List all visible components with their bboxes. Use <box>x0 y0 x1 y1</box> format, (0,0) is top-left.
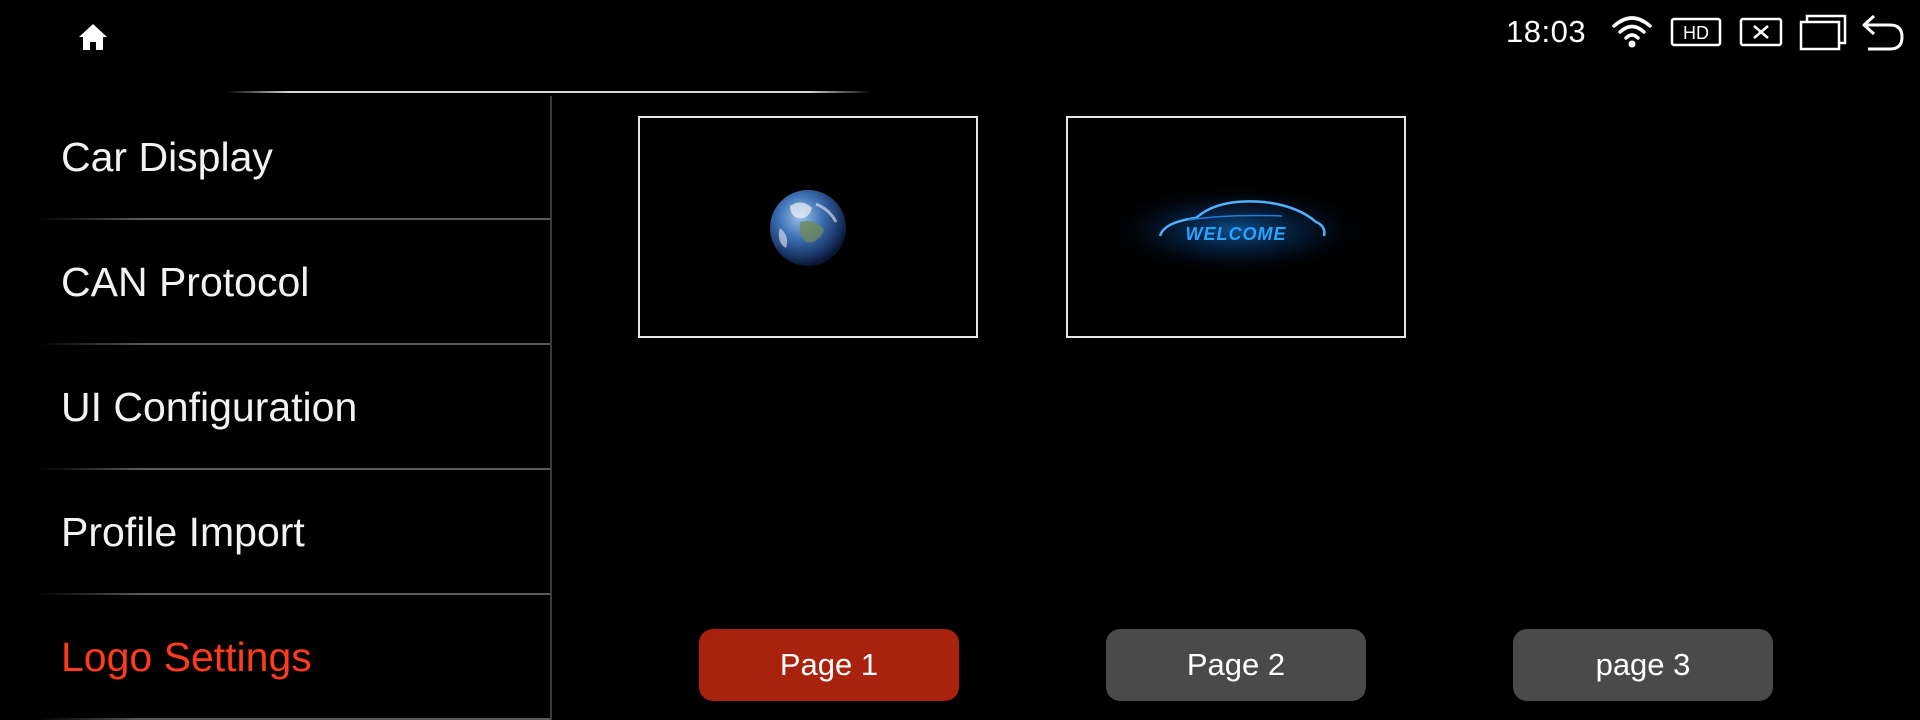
hd-icon[interactable]: HD <box>1670 12 1722 52</box>
screen: 18:03 HD Car Display CAN Protocol UI Con… <box>0 0 1920 720</box>
hd-label: HD <box>1683 23 1709 43</box>
logo-tile-earth[interactable] <box>638 116 978 338</box>
sidebar-item-label: CAN Protocol <box>61 259 310 305</box>
sidebar-item-label: UI Configuration <box>61 384 358 430</box>
welcome-text: WELCOME <box>1186 224 1287 244</box>
sidebar-item-logo-settings[interactable]: Logo Settings <box>0 596 550 720</box>
divider <box>40 468 550 470</box>
divider <box>40 218 550 220</box>
page-1-button[interactable]: Page 1 <box>699 629 959 701</box>
sidebar-item-label: Logo Settings <box>61 634 312 680</box>
status-bar: 18:03 HD <box>0 0 1920 70</box>
wifi-icon <box>1610 12 1654 52</box>
sidebar-item-label: Car Display <box>61 134 273 180</box>
sidebar: Car Display CAN Protocol UI Configuratio… <box>0 96 552 720</box>
earth-logo <box>770 190 846 266</box>
divider <box>40 343 550 345</box>
sidebar-item-can-protocol[interactable]: CAN Protocol <box>0 221 550 345</box>
welcome-car-logo: WELCOME <box>1101 185 1371 275</box>
sidebar-item-label: Profile Import <box>61 509 305 555</box>
logo-tile-welcome[interactable]: WELCOME <box>1066 116 1406 338</box>
window-icon[interactable] <box>1798 12 1848 52</box>
sidebar-item-ui-configuration[interactable]: UI Configuration <box>0 346 550 470</box>
close-box-icon[interactable] <box>1738 12 1784 52</box>
page-2-button[interactable]: Page 2 <box>1106 629 1366 701</box>
sidebar-item-car-display[interactable]: Car Display <box>0 96 550 220</box>
clock-time: 18:03 <box>1506 14 1587 49</box>
sidebar-item-profile-import[interactable]: Profile Import <box>0 471 550 595</box>
header-divider <box>226 91 872 93</box>
sidebar-divider <box>550 96 552 720</box>
divider <box>40 593 550 595</box>
home-icon[interactable] <box>76 20 110 54</box>
back-arrow-icon[interactable] <box>1860 12 1906 52</box>
page-3-button[interactable]: page 3 <box>1513 629 1773 701</box>
